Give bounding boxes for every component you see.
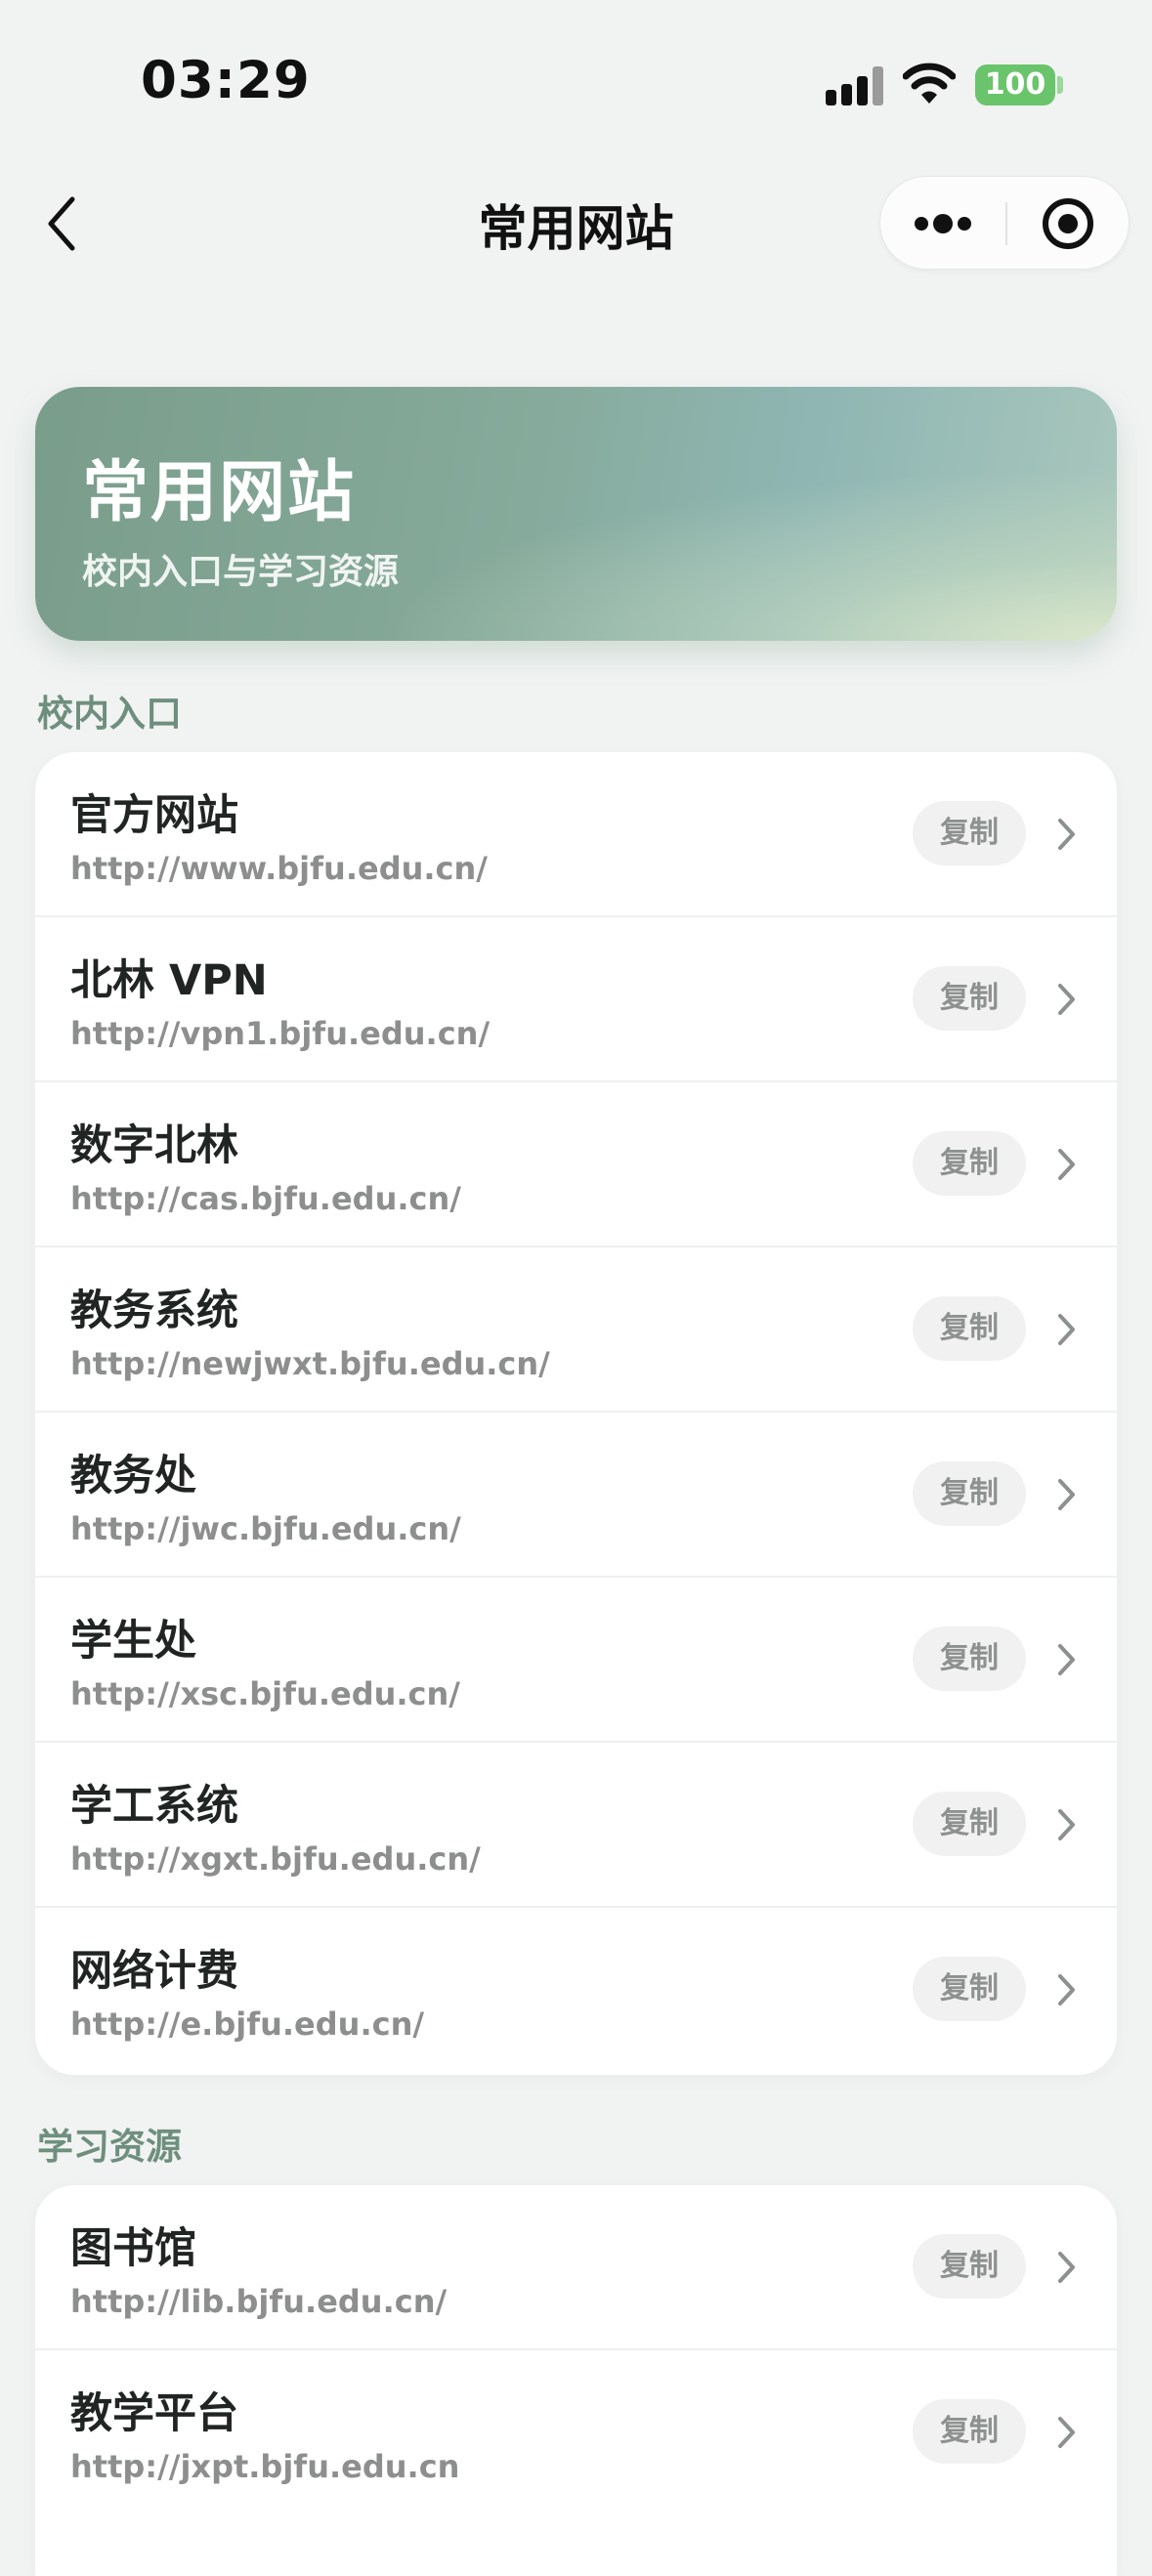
copy-button[interactable]: 复制 [913, 966, 1026, 1031]
site-title: 官方网站 [70, 791, 238, 840]
list-item[interactable]: 教务处 http://jwc.bjfu.edu.cn/ 复制 [35, 1413, 1117, 1578]
site-title: 数字北林 [70, 1121, 238, 1170]
site-url: http://jxpt.bjfu.edu.cn [70, 2448, 460, 2485]
copy-button[interactable]: 复制 [913, 1131, 1026, 1196]
list-item[interactable]: 教务系统 http://newjwxt.bjfu.edu.cn/ 复制 [35, 1247, 1117, 1413]
chevron-right-icon [1058, 2252, 1075, 2283]
site-title: 教务处 [70, 1452, 196, 1500]
campus-links-card: 官方网站 http://www.bjfu.edu.cn/ 复制 北林 VPN h… [35, 752, 1117, 2075]
hero-subtitle: 校内入口与学习资源 [82, 552, 400, 592]
wifi-icon [903, 63, 956, 104]
chevron-right-icon [1058, 1314, 1075, 1345]
list-item[interactable]: 数字北林 http://cas.bjfu.edu.cn/ 复制 [35, 1082, 1117, 1247]
target-circle-icon [1043, 198, 1093, 249]
site-url: http://www.bjfu.edu.cn/ [70, 850, 488, 887]
copy-button[interactable]: 复制 [913, 1792, 1026, 1856]
copy-button[interactable]: 复制 [913, 2234, 1026, 2299]
list-item[interactable]: 教学平台 http://jxpt.bjfu.edu.cn 复制 [35, 2350, 1117, 2515]
section-label-learning: 学习资源 [37, 2126, 182, 2168]
chevron-right-icon [1058, 1479, 1075, 1510]
site-url: http://xgxt.bjfu.edu.cn/ [70, 1840, 481, 1878]
site-url: http://xsc.bjfu.edu.cn/ [70, 1675, 460, 1712]
site-title: 网络计费 [70, 1947, 238, 1996]
list-item[interactable]: 官方网站 http://www.bjfu.edu.cn/ 复制 [35, 752, 1117, 917]
chevron-right-icon [1058, 1809, 1075, 1840]
copy-button[interactable]: 复制 [913, 2399, 1026, 2464]
hero-title: 常用网站 [82, 454, 357, 531]
list-item[interactable]: 图书馆 http://lib.bjfu.edu.cn/ 复制 [35, 2185, 1117, 2350]
site-url: http://newjwxt.bjfu.edu.cn/ [70, 1345, 550, 1382]
learning-links-card: 图书馆 http://lib.bjfu.edu.cn/ 复制 教学平台 http… [35, 2185, 1117, 2576]
status-time: 03:29 [141, 51, 311, 110]
chevron-right-icon [1058, 2417, 1075, 2448]
more-button[interactable] [880, 177, 1005, 271]
chevron-right-icon [1058, 1149, 1075, 1180]
site-url: http://jwc.bjfu.edu.cn/ [70, 1510, 461, 1547]
site-url: http://e.bjfu.edu.cn/ [70, 2006, 425, 2043]
site-title: 学生处 [70, 1617, 196, 1666]
site-title: 北林 VPN [70, 956, 268, 1005]
chevron-right-icon [1058, 1644, 1075, 1675]
site-url: http://cas.bjfu.edu.cn/ [70, 1180, 461, 1217]
list-item[interactable]: 网络计费 http://e.bjfu.edu.cn/ 复制 [35, 1908, 1117, 2073]
copy-button[interactable]: 复制 [913, 1461, 1026, 1526]
site-url: http://vpn1.bjfu.edu.cn/ [70, 1015, 491, 1052]
site-title: 图书馆 [70, 2224, 196, 2273]
list-item[interactable]: 北林 VPN http://vpn1.bjfu.edu.cn/ 复制 [35, 917, 1117, 1082]
hero-banner: 常用网站 校内入口与学习资源 [35, 387, 1117, 641]
list-item[interactable]: 学生处 http://xsc.bjfu.edu.cn/ 复制 [35, 1578, 1117, 1743]
chevron-right-icon [1058, 984, 1075, 1015]
battery-icon: 100 [975, 64, 1055, 106]
battery-tip [1057, 76, 1063, 94]
close-button[interactable] [1007, 177, 1131, 271]
site-title: 学工系统 [70, 1782, 238, 1831]
copy-button[interactable]: 复制 [913, 801, 1026, 866]
site-title: 教务系统 [70, 1287, 238, 1335]
status-bar: 03:29 100 [0, 0, 1152, 147]
copy-button[interactable]: 复制 [913, 1296, 1026, 1361]
battery-level: 100 [984, 67, 1046, 102]
chevron-right-icon [1058, 819, 1075, 850]
mini-program-capsule [879, 176, 1130, 270]
site-title: 教学平台 [70, 2389, 238, 2438]
list-item[interactable]: 学工系统 http://xgxt.bjfu.edu.cn/ 复制 [35, 1743, 1117, 1908]
cellular-signal-icon [826, 64, 884, 106]
copy-button[interactable]: 复制 [913, 1957, 1026, 2021]
chevron-right-icon [1058, 1974, 1075, 2006]
more-dots-icon [915, 214, 971, 233]
copy-button[interactable]: 复制 [913, 1626, 1026, 1691]
site-url: http://lib.bjfu.edu.cn/ [70, 2283, 448, 2320]
section-label-campus: 校内入口 [37, 693, 182, 735]
